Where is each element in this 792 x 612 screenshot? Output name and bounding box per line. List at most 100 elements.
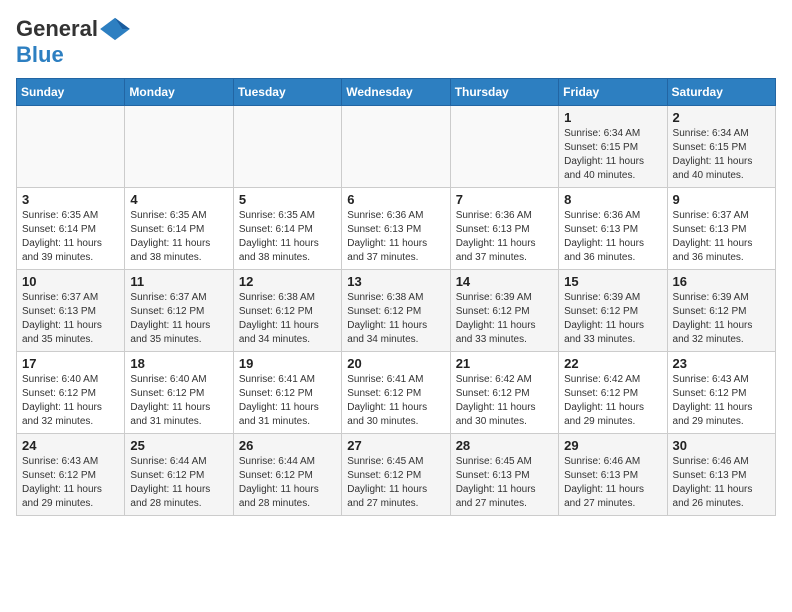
- calendar-day-cell: [233, 106, 341, 188]
- weekday-header: Thursday: [450, 79, 558, 106]
- day-number: 6: [347, 192, 444, 207]
- day-info: Sunrise: 6:43 AM Sunset: 6:12 PM Dayligh…: [22, 455, 119, 511]
- day-number: 16: [673, 274, 770, 289]
- day-info: Sunrise: 6:39 AM Sunset: 6:12 PM Dayligh…: [673, 291, 770, 347]
- weekday-header: Saturday: [667, 79, 775, 106]
- day-number: 22: [564, 356, 661, 371]
- day-number: 3: [22, 192, 119, 207]
- day-info: Sunrise: 6:37 AM Sunset: 6:13 PM Dayligh…: [22, 291, 119, 347]
- logo-blue-text: Blue: [16, 42, 64, 68]
- day-info: Sunrise: 6:40 AM Sunset: 6:12 PM Dayligh…: [22, 373, 119, 429]
- day-number: 29: [564, 438, 661, 453]
- calendar-day-cell: 20 Sunrise: 6:41 AM Sunset: 6:12 PM Dayli…: [342, 352, 450, 434]
- calendar-week-row: 17 Sunrise: 6:40 AM Sunset: 6:12 PM Dayli…: [17, 352, 776, 434]
- day-info: Sunrise: 6:42 AM Sunset: 6:12 PM Dayligh…: [564, 373, 661, 429]
- day-info: Sunrise: 6:39 AM Sunset: 6:12 PM Dayligh…: [564, 291, 661, 347]
- day-number: 1: [564, 110, 661, 125]
- calendar-day-cell: 21 Sunrise: 6:42 AM Sunset: 6:12 PM Dayli…: [450, 352, 558, 434]
- page-header: GeneralBlue: [16, 16, 776, 68]
- calendar-day-cell: 28Sunrise: 6:45 AM Sunset: 6:13 PM Dayli…: [450, 434, 558, 516]
- day-number: 5: [239, 192, 336, 207]
- day-info: Sunrise: 6:34 AM Sunset: 6:15 PM Dayligh…: [673, 127, 770, 183]
- day-info: Sunrise: 6:38 AM Sunset: 6:12 PM Dayligh…: [239, 291, 336, 347]
- logo-general-text: General: [16, 16, 98, 42]
- calendar-week-row: 1 Sunrise: 6:34 AM Sunset: 6:15 PM Daylig…: [17, 106, 776, 188]
- day-number: 24: [22, 438, 119, 453]
- calendar-day-cell: 6 Sunrise: 6:36 AM Sunset: 6:13 PM Daylig…: [342, 188, 450, 270]
- day-number: 10: [22, 274, 119, 289]
- calendar-day-cell: 26 Sunrise: 6:44 AM Sunset: 6:12 PM Dayli…: [233, 434, 341, 516]
- calendar-day-cell: 27 Sunrise: 6:45 AM Sunset: 6:12 PM Dayli…: [342, 434, 450, 516]
- weekday-header: Friday: [559, 79, 667, 106]
- day-info: Sunrise: 6:36 AM Sunset: 6:13 PM Dayligh…: [456, 209, 553, 265]
- weekday-header-row: SundayMondayTuesdayWednesdayThursdayFrid…: [17, 79, 776, 106]
- day-info: Sunrise: 6:46 AM Sunset: 6:13 PM Dayligh…: [564, 455, 661, 511]
- day-number: 8: [564, 192, 661, 207]
- calendar-day-cell: 2 Sunrise: 6:34 AM Sunset: 6:15 PM Daylig…: [667, 106, 775, 188]
- day-info: Sunrise: 6:42 AM Sunset: 6:12 PM Dayligh…: [456, 373, 553, 429]
- day-number: 7: [456, 192, 553, 207]
- day-number: 9: [673, 192, 770, 207]
- day-number: 27: [347, 438, 444, 453]
- calendar-day-cell: 11Sunrise: 6:37 AM Sunset: 6:12 PM Dayli…: [125, 270, 233, 352]
- day-number: 13: [347, 274, 444, 289]
- calendar-day-cell: 16 Sunrise: 6:39 AM Sunset: 6:12 PM Dayli…: [667, 270, 775, 352]
- calendar-day-cell: 18Sunrise: 6:40 AM Sunset: 6:12 PM Dayli…: [125, 352, 233, 434]
- day-number: 23: [673, 356, 770, 371]
- day-info: Sunrise: 6:37 AM Sunset: 6:13 PM Dayligh…: [673, 209, 770, 265]
- calendar-day-cell: 10 Sunrise: 6:37 AM Sunset: 6:13 PM Dayli…: [17, 270, 125, 352]
- calendar-day-cell: 14Sunrise: 6:39 AM Sunset: 6:12 PM Dayli…: [450, 270, 558, 352]
- day-info: Sunrise: 6:37 AM Sunset: 6:12 PM Dayligh…: [130, 291, 227, 347]
- day-number: 4: [130, 192, 227, 207]
- weekday-header: Sunday: [17, 79, 125, 106]
- day-number: 28: [456, 438, 553, 453]
- calendar-day-cell: 19 Sunrise: 6:41 AM Sunset: 6:12 PM Dayli…: [233, 352, 341, 434]
- day-info: Sunrise: 6:38 AM Sunset: 6:12 PM Dayligh…: [347, 291, 444, 347]
- day-info: Sunrise: 6:34 AM Sunset: 6:15 PM Dayligh…: [564, 127, 661, 183]
- day-info: Sunrise: 6:45 AM Sunset: 6:12 PM Dayligh…: [347, 455, 444, 511]
- day-number: 30: [673, 438, 770, 453]
- calendar-day-cell: 25 Sunrise: 6:44 AM Sunset: 6:12 PM Dayli…: [125, 434, 233, 516]
- day-info: Sunrise: 6:35 AM Sunset: 6:14 PM Dayligh…: [130, 209, 227, 265]
- calendar-day-cell: 13 Sunrise: 6:38 AM Sunset: 6:12 PM Dayli…: [342, 270, 450, 352]
- day-number: 25: [130, 438, 227, 453]
- day-number: 21: [456, 356, 553, 371]
- day-number: 20: [347, 356, 444, 371]
- calendar-day-cell: [17, 106, 125, 188]
- day-info: Sunrise: 6:41 AM Sunset: 6:12 PM Dayligh…: [347, 373, 444, 429]
- calendar-day-cell: 15 Sunrise: 6:39 AM Sunset: 6:12 PM Dayli…: [559, 270, 667, 352]
- day-number: 19: [239, 356, 336, 371]
- day-info: Sunrise: 6:44 AM Sunset: 6:12 PM Dayligh…: [239, 455, 336, 511]
- calendar-day-cell: 7 Sunrise: 6:36 AM Sunset: 6:13 PM Daylig…: [450, 188, 558, 270]
- calendar-day-cell: 3 Sunrise: 6:35 AM Sunset: 6:14 PM Daylig…: [17, 188, 125, 270]
- day-number: 18: [130, 356, 227, 371]
- calendar-day-cell: [342, 106, 450, 188]
- day-number: 26: [239, 438, 336, 453]
- calendar-week-row: 24 Sunrise: 6:43 AM Sunset: 6:12 PM Dayli…: [17, 434, 776, 516]
- logo: GeneralBlue: [16, 16, 132, 68]
- day-number: 15: [564, 274, 661, 289]
- calendar-day-cell: 23 Sunrise: 6:43 AM Sunset: 6:12 PM Dayli…: [667, 352, 775, 434]
- day-info: Sunrise: 6:41 AM Sunset: 6:12 PM Dayligh…: [239, 373, 336, 429]
- calendar-day-cell: [450, 106, 558, 188]
- weekday-header: Wednesday: [342, 79, 450, 106]
- calendar-day-cell: [125, 106, 233, 188]
- calendar-week-row: 3 Sunrise: 6:35 AM Sunset: 6:14 PM Daylig…: [17, 188, 776, 270]
- day-number: 12: [239, 274, 336, 289]
- calendar-day-cell: 4 Sunrise: 6:35 AM Sunset: 6:14 PM Daylig…: [125, 188, 233, 270]
- calendar-day-cell: 30Sunrise: 6:46 AM Sunset: 6:13 PM Dayli…: [667, 434, 775, 516]
- calendar-week-row: 10 Sunrise: 6:37 AM Sunset: 6:13 PM Dayli…: [17, 270, 776, 352]
- weekday-header: Monday: [125, 79, 233, 106]
- calendar-day-cell: 5Sunrise: 6:35 AM Sunset: 6:14 PM Daylig…: [233, 188, 341, 270]
- day-info: Sunrise: 6:35 AM Sunset: 6:14 PM Dayligh…: [22, 209, 119, 265]
- day-info: Sunrise: 6:44 AM Sunset: 6:12 PM Dayligh…: [130, 455, 227, 511]
- calendar-day-cell: 1 Sunrise: 6:34 AM Sunset: 6:15 PM Daylig…: [559, 106, 667, 188]
- day-info: Sunrise: 6:36 AM Sunset: 6:13 PM Dayligh…: [347, 209, 444, 265]
- day-number: 14: [456, 274, 553, 289]
- calendar-day-cell: 24 Sunrise: 6:43 AM Sunset: 6:12 PM Dayli…: [17, 434, 125, 516]
- calendar-day-cell: 17 Sunrise: 6:40 AM Sunset: 6:12 PM Dayli…: [17, 352, 125, 434]
- day-info: Sunrise: 6:43 AM Sunset: 6:12 PM Dayligh…: [673, 373, 770, 429]
- calendar-day-cell: 29 Sunrise: 6:46 AM Sunset: 6:13 PM Dayli…: [559, 434, 667, 516]
- day-number: 17: [22, 356, 119, 371]
- day-number: 2: [673, 110, 770, 125]
